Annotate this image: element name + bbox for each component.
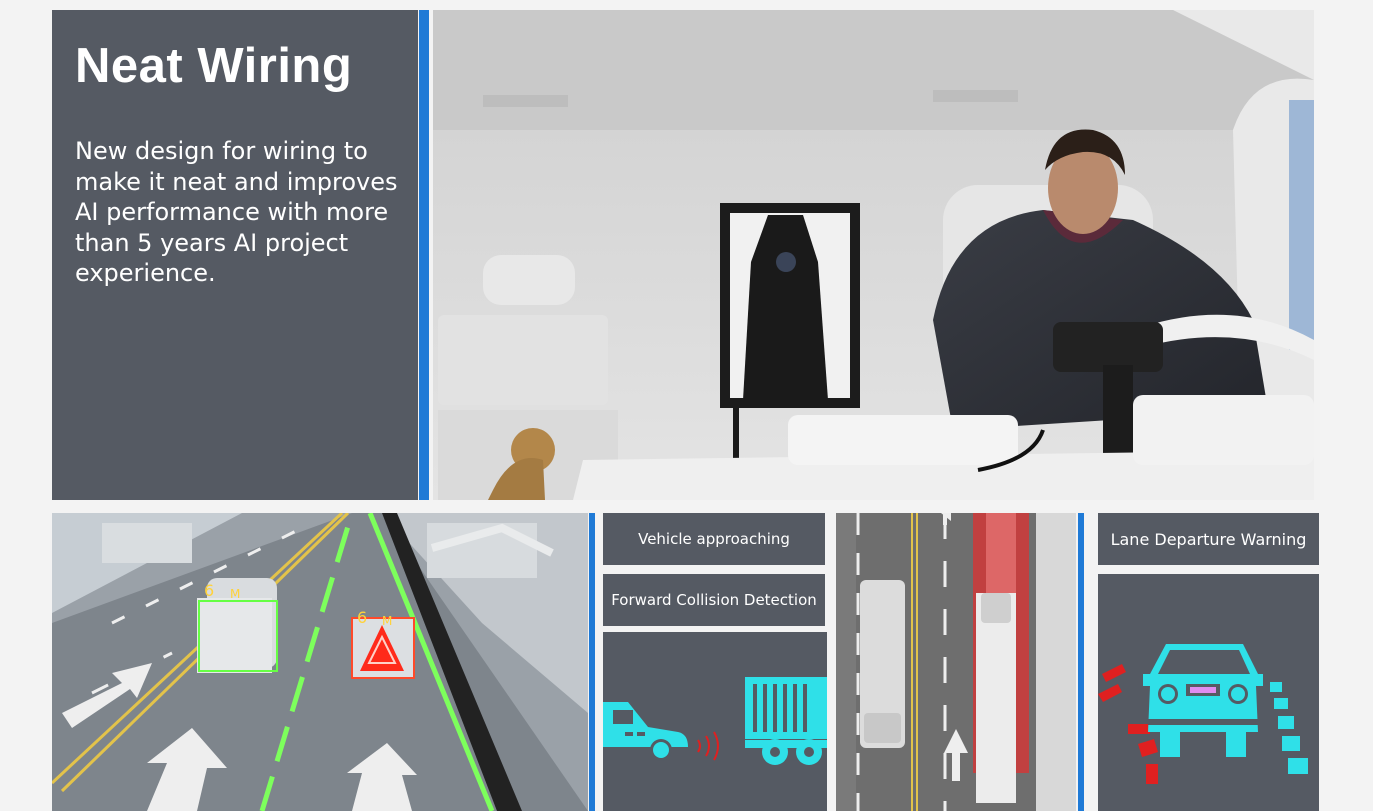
label-forward-collision: Forward Collision Detection (603, 574, 825, 626)
car-front-icon (1143, 644, 1263, 757)
title-panel: Neat Wiring New design for wiring to mak… (52, 10, 418, 500)
divider-bar (419, 10, 429, 500)
divider-bar (1078, 513, 1084, 811)
top-down-traffic-image (836, 513, 1076, 811)
lane-markers-icon (1270, 682, 1308, 774)
distance-unit-left: M (230, 587, 240, 601)
divider-bar (589, 513, 595, 811)
road-detection-image: 6 M 6 M (52, 513, 588, 811)
car-icon (603, 702, 688, 761)
distance-value-right: 6 (357, 608, 367, 627)
description-text: New design for wiring to make it neat an… (75, 137, 398, 287)
label-vehicle-approaching: Vehicle approaching (603, 513, 825, 565)
distance-unit-right: M (382, 614, 392, 628)
cab-interior-image (433, 10, 1314, 500)
lane-departure-icon-panel (1098, 574, 1319, 811)
distance-value-left: 6 (204, 581, 214, 600)
truck-icon (745, 677, 827, 765)
forward-collision-icon-panel (603, 632, 827, 811)
signal-waves-icon (697, 731, 719, 761)
label-lane-departure: Lane Departure Warning (1098, 513, 1319, 565)
page-title: Neat Wiring (75, 39, 353, 93)
